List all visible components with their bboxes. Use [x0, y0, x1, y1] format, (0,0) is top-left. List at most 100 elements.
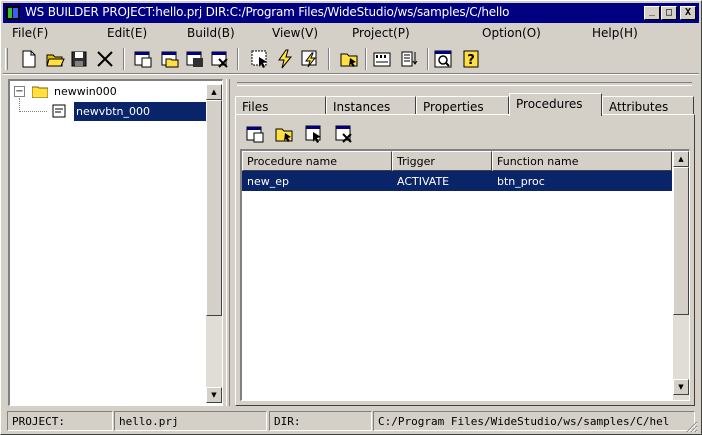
scroll-down-button[interactable]: ▼	[673, 379, 689, 395]
tab-instances[interactable]: Instances	[326, 96, 416, 115]
status-project-label: PROJECT:	[7, 411, 113, 431]
save-window-icon	[186, 51, 203, 67]
save-disk-icon	[71, 51, 87, 67]
column-header-function-name[interactable]: Function name	[492, 151, 672, 171]
menu-project[interactable]: Project(P)	[352, 26, 410, 40]
scroll-thumb[interactable]	[206, 100, 222, 316]
app-icon	[6, 6, 20, 20]
svg-text:?: ?	[467, 53, 475, 68]
title-bar[interactable]: WS BUILDER PROJECT:hello.prj DIR:C:/Prog…	[3, 3, 699, 23]
toolbar-separator	[365, 48, 367, 70]
tree-connector	[19, 98, 20, 112]
tab-attributes[interactable]: Attributes	[602, 96, 694, 115]
tree-connector	[19, 111, 47, 112]
maximize-button[interactable]: □	[661, 6, 677, 20]
open-window-icon	[161, 51, 179, 68]
cut-button[interactable]	[93, 48, 117, 70]
cut-icon	[97, 51, 113, 67]
toolbar-separator	[237, 48, 239, 70]
column-header-procedure-name[interactable]: Procedure name	[242, 151, 392, 171]
status-dir-value: C:/Program Files/WideStudio/ws/samples/C…	[373, 411, 695, 431]
save-button[interactable]	[67, 48, 91, 70]
procedures-table[interactable]: Procedure name Trigger Function name new…	[240, 149, 690, 401]
open-procedure-button[interactable]	[272, 123, 296, 145]
open-button[interactable]	[43, 48, 67, 70]
close-icon: X	[684, 7, 692, 18]
horizontal-splitter[interactable]	[237, 82, 692, 86]
help-button[interactable]: ?	[459, 48, 483, 70]
column-header-trigger[interactable]: Trigger	[392, 151, 492, 171]
minimize-icon: _	[648, 5, 656, 16]
select-object-button[interactable]	[248, 48, 272, 70]
tree-scrollbar[interactable]: ▲ ▼	[206, 84, 222, 403]
arrow-up-icon: ▲	[211, 87, 217, 96]
preview-button[interactable]	[431, 48, 455, 70]
open-window-button[interactable]	[158, 48, 182, 70]
cell-trigger: ACTIVATE	[397, 175, 450, 188]
arrow-up-icon: ▲	[678, 154, 684, 163]
button-widget-icon	[52, 104, 66, 118]
delete-procedure-button[interactable]	[332, 123, 356, 145]
close-window-icon	[211, 51, 228, 68]
table-scrollbar[interactable]: ▲ ▼	[673, 151, 689, 400]
delete-procedure-icon	[335, 125, 352, 143]
tree-node-window[interactable]: newwin000	[54, 85, 117, 98]
new-procedure-icon	[246, 126, 264, 143]
scroll-down-button[interactable]: ▼	[206, 387, 222, 403]
table-row[interactable]: new_ep ACTIVATE btn_proc	[242, 171, 672, 191]
select-object-icon	[251, 50, 267, 68]
tree-node-selected[interactable]: newvbtn_000	[74, 102, 207, 121]
toolbar-divider	[3, 73, 699, 75]
form-button[interactable]	[370, 48, 394, 70]
maximize-icon: □	[665, 7, 673, 18]
sort-button[interactable]	[398, 48, 422, 70]
open-project-icon	[340, 53, 358, 67]
edit-procedure-icon	[305, 125, 321, 143]
tab-files[interactable]: Files	[235, 96, 326, 115]
help-icon: ?	[463, 50, 479, 68]
new-procedure-button[interactable]	[243, 123, 267, 145]
tab-procedures[interactable]: Procedures	[509, 93, 602, 116]
scroll-up-button[interactable]: ▲	[206, 84, 222, 100]
resize-grip-icon[interactable]	[684, 419, 698, 433]
menu-help[interactable]: Help(H)	[592, 26, 638, 40]
new-file-icon	[22, 50, 36, 68]
close-button[interactable]: X	[680, 6, 696, 20]
expand-toggle-icon[interactable]: −	[14, 86, 25, 97]
menu-option[interactable]: Option(O)	[482, 26, 541, 40]
build-all-icon	[301, 50, 317, 68]
vertical-splitter[interactable]	[226, 79, 230, 406]
open-folder-icon	[46, 54, 65, 67]
close-window-button[interactable]	[208, 48, 232, 70]
menu-bar: File(F) Edit(E) Build(B) View(V) Project…	[3, 24, 699, 44]
object-tree[interactable]: − newwin000 newvbtn_000 ▲ ▼	[8, 79, 223, 406]
lightning-build-icon	[278, 49, 293, 69]
minimize-button[interactable]: _	[644, 6, 660, 20]
scroll-up-button[interactable]: ▲	[673, 151, 689, 167]
form-icon	[373, 52, 391, 67]
cell-procedure-name: new_ep	[247, 175, 289, 188]
new-window-button[interactable]	[131, 48, 155, 70]
save-window-button[interactable]	[183, 48, 207, 70]
tab-properties[interactable]: Properties	[416, 96, 509, 115]
status-dir-label: DIR:	[269, 411, 372, 431]
arrow-down-icon: ▼	[678, 382, 684, 391]
arrow-down-icon: ▼	[211, 390, 217, 399]
menu-build[interactable]: Build(B)	[187, 26, 235, 40]
menu-file[interactable]: File(F)	[12, 26, 48, 40]
menu-edit[interactable]: Edit(E)	[107, 26, 147, 40]
menu-view[interactable]: View(V)	[272, 26, 318, 40]
new-file-button[interactable]	[17, 48, 41, 70]
folder-icon	[32, 86, 48, 98]
toolbar: ?	[3, 45, 699, 73]
build-all-button[interactable]	[298, 48, 322, 70]
toolbar-separator	[123, 48, 125, 70]
build-button[interactable]	[273, 48, 297, 70]
window-title: WS BUILDER PROJECT:hello.prj DIR:C:/Prog…	[25, 5, 510, 19]
scroll-thumb[interactable]	[673, 167, 689, 315]
toolbar-grip	[5, 48, 8, 70]
sort-list-icon	[401, 51, 418, 67]
edit-procedure-button[interactable]	[302, 123, 326, 145]
open-project-button[interactable]	[337, 48, 361, 70]
tree-node-label: newvbtn_000	[76, 105, 151, 118]
